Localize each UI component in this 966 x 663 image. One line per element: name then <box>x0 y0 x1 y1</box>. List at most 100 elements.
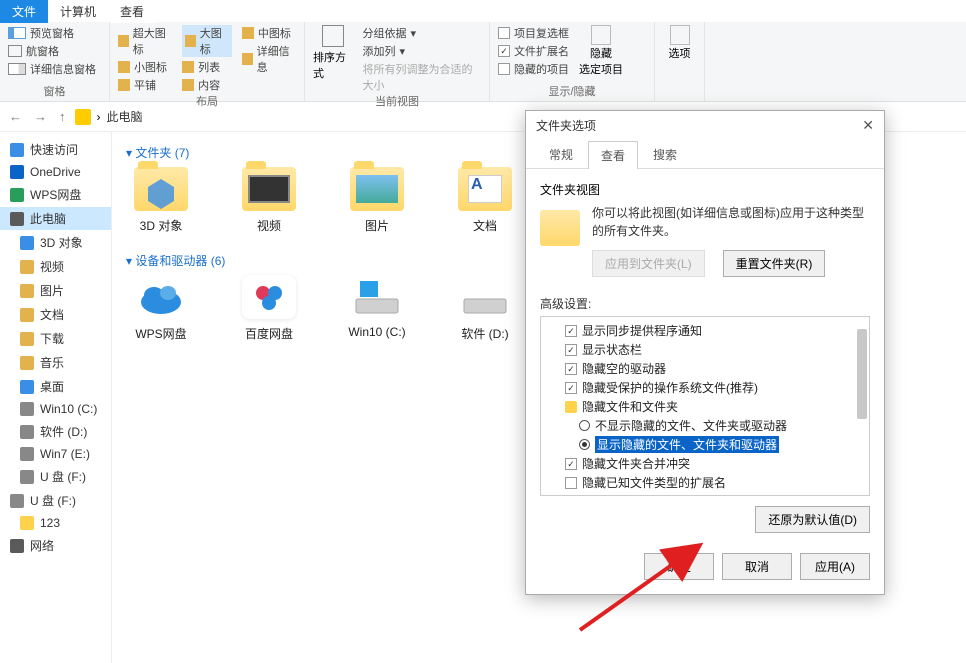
sidebar-network[interactable]: 网络 <box>0 534 111 557</box>
checkbox-icon <box>565 382 577 394</box>
apply-button[interactable]: 应用(A) <box>800 553 870 580</box>
sidebar-music[interactable]: 音乐 <box>0 351 111 374</box>
close-button[interactable]: ✕ <box>862 117 874 134</box>
sidebar-win10c[interactable]: Win10 (C:) <box>0 399 111 419</box>
folder-video[interactable]: 视频 <box>234 167 304 234</box>
cloud-icon <box>10 188 24 202</box>
layout-xl[interactable]: 超大图标 <box>118 25 172 57</box>
drive-wps[interactable]: WPS网盘 <box>126 275 196 342</box>
drive-icon <box>350 275 404 319</box>
groupby-button[interactable]: 分组依据 ▾ <box>363 25 482 41</box>
sort-button[interactable]: 排序方式 <box>313 49 353 81</box>
adv-hidden-opt1[interactable]: 不显示隐藏的文件、文件夹或驱动器 <box>547 416 863 435</box>
sidebar-quickaccess[interactable]: 快速访问 <box>0 138 111 161</box>
star-icon <box>10 143 24 157</box>
sidebar-softd[interactable]: 软件 (D:) <box>0 420 111 443</box>
layout-icon <box>182 79 194 91</box>
reset-folders-button[interactable]: 重置文件夹(R) <box>723 250 826 277</box>
adv-ntfs[interactable]: 用彩色显示加密或压缩的 NTFS 文件 <box>547 492 863 496</box>
sort-icon <box>322 25 344 47</box>
image-icon <box>20 284 34 298</box>
layout-group-label: 布局 <box>118 93 296 109</box>
item-checkbox-toggle[interactable]: 项目复选框 <box>498 25 569 41</box>
drive-baidu[interactable]: 百度网盘 <box>234 275 304 342</box>
sidebar-udisk-f2[interactable]: U 盘 (F:) <box>0 489 111 512</box>
detail-pane-icon <box>8 63 26 75</box>
checkbox-icon <box>498 63 510 75</box>
sidebar-onedrive[interactable]: OneDrive <box>0 162 111 182</box>
tab-file[interactable]: 文件 <box>0 0 48 23</box>
tab-view[interactable]: 查看 <box>108 0 156 23</box>
sidebar-video[interactable]: 视频 <box>0 255 111 278</box>
breadcrumb-thispc[interactable]: 此电脑 <box>107 108 143 125</box>
layout-detail[interactable]: 详细信息 <box>242 43 296 75</box>
scrollbar-thumb[interactable] <box>857 329 867 419</box>
sidebar-docs[interactable]: 文档 <box>0 303 111 326</box>
restore-defaults-button[interactable]: 还原为默认值(D) <box>755 506 870 533</box>
adv-sync[interactable]: 显示同步提供程序通知 <box>547 321 863 340</box>
layout-md[interactable]: 中图标 <box>242 25 296 41</box>
sidebar-downloads[interactable]: 下载 <box>0 327 111 350</box>
folder-pictures[interactable]: 图片 <box>342 167 412 234</box>
adv-protected[interactable]: 隐藏受保护的操作系统文件(推荐) <box>547 378 863 397</box>
checkbox-icon <box>565 344 577 356</box>
sidebar-123[interactable]: 123 <box>0 513 111 533</box>
nav-fwd[interactable]: → <box>31 109 50 124</box>
download-icon <box>20 332 34 346</box>
sidebar-pictures[interactable]: 图片 <box>0 279 111 302</box>
adv-knownext[interactable]: 隐藏已知文件类型的扩展名 <box>547 473 863 492</box>
adv-hidden-opt2[interactable]: 显示隐藏的文件、文件夹和驱动器 <box>547 435 863 454</box>
dialog-title-text: 文件夹选项 <box>536 117 596 134</box>
drive-softd[interactable]: 软件 (D:) <box>450 275 520 342</box>
autosize-button[interactable]: 将所有列调整为合适的大小 <box>363 61 482 93</box>
sidebar-udisk-f1[interactable]: U 盘 (F:) <box>0 465 111 488</box>
adv-emptydrive[interactable]: 隐藏空的驱动器 <box>547 359 863 378</box>
sidebar-desktop[interactable]: 桌面 <box>0 375 111 398</box>
layout-icon <box>242 27 254 39</box>
sidebar-3dobjects[interactable]: 3D 对象 <box>0 231 111 254</box>
sidebar-win7e[interactable]: Win7 (E:) <box>0 444 111 464</box>
addcol-button[interactable]: 添加列 ▾ <box>363 43 482 59</box>
breadcrumb-seg[interactable]: › <box>97 110 101 124</box>
folder-icon <box>565 401 577 413</box>
tab-computer[interactable]: 计算机 <box>48 0 108 23</box>
drive-win10c[interactable]: Win10 (C:) <box>342 275 412 342</box>
layout-icon <box>118 61 130 73</box>
folder-3dobjects[interactable]: 3D 对象 <box>126 167 196 234</box>
nav-back[interactable]: ← <box>6 109 25 124</box>
sidebar-thispc[interactable]: 此电脑 <box>0 207 111 230</box>
options-icon <box>670 25 690 45</box>
cloud-icon <box>10 165 24 179</box>
dialog-tab-search[interactable]: 搜索 <box>640 140 690 168</box>
drive-icon <box>458 275 512 319</box>
advanced-settings-list[interactable]: 显示同步提供程序通知 显示状态栏 隐藏空的驱动器 隐藏受保护的操作系统文件(推荐… <box>540 316 870 496</box>
hiddenitems-toggle[interactable]: 隐藏的项目 <box>498 61 569 77</box>
fileext-toggle[interactable]: 文件扩展名 <box>498 43 569 59</box>
dialog-tab-general[interactable]: 常规 <box>536 140 586 168</box>
preview-pane-button[interactable]: 预览窗格 <box>8 25 101 41</box>
ok-button[interactable]: 确定 <box>644 553 714 580</box>
nav-up[interactable]: ↑ <box>56 109 69 124</box>
drive-icon <box>20 425 34 439</box>
layout-sm[interactable]: 小图标 <box>118 59 172 75</box>
folder-view-icon <box>540 210 580 246</box>
nav-pane-button[interactable]: 航窗格 <box>8 43 101 59</box>
options-button[interactable]: 选项 <box>663 25 696 61</box>
apply-to-folders-button[interactable]: 应用到文件夹(L) <box>592 250 705 277</box>
folder-icon <box>242 167 296 211</box>
detail-pane-button[interactable]: 详细信息窗格 <box>8 61 101 77</box>
layout-content[interactable]: 内容 <box>182 77 232 93</box>
pc-icon <box>10 212 24 226</box>
adv-status[interactable]: 显示状态栏 <box>547 340 863 359</box>
folder-docs[interactable]: A文档 <box>450 167 520 234</box>
checkbox-icon <box>565 477 577 489</box>
hide-selected-button[interactable]: 隐藏 选定项目 <box>579 25 623 77</box>
sidebar-wps[interactable]: WPS网盘 <box>0 183 111 206</box>
cancel-button[interactable]: 取消 <box>722 553 792 580</box>
adv-merge[interactable]: 隐藏文件夹合并冲突 <box>547 454 863 473</box>
layout-tile[interactable]: 平铺 <box>118 77 172 93</box>
checkbox-icon <box>498 27 510 39</box>
layout-list[interactable]: 列表 <box>182 59 232 75</box>
layout-lg[interactable]: 大图标 <box>182 25 232 57</box>
dialog-tab-view[interactable]: 查看 <box>588 141 638 169</box>
